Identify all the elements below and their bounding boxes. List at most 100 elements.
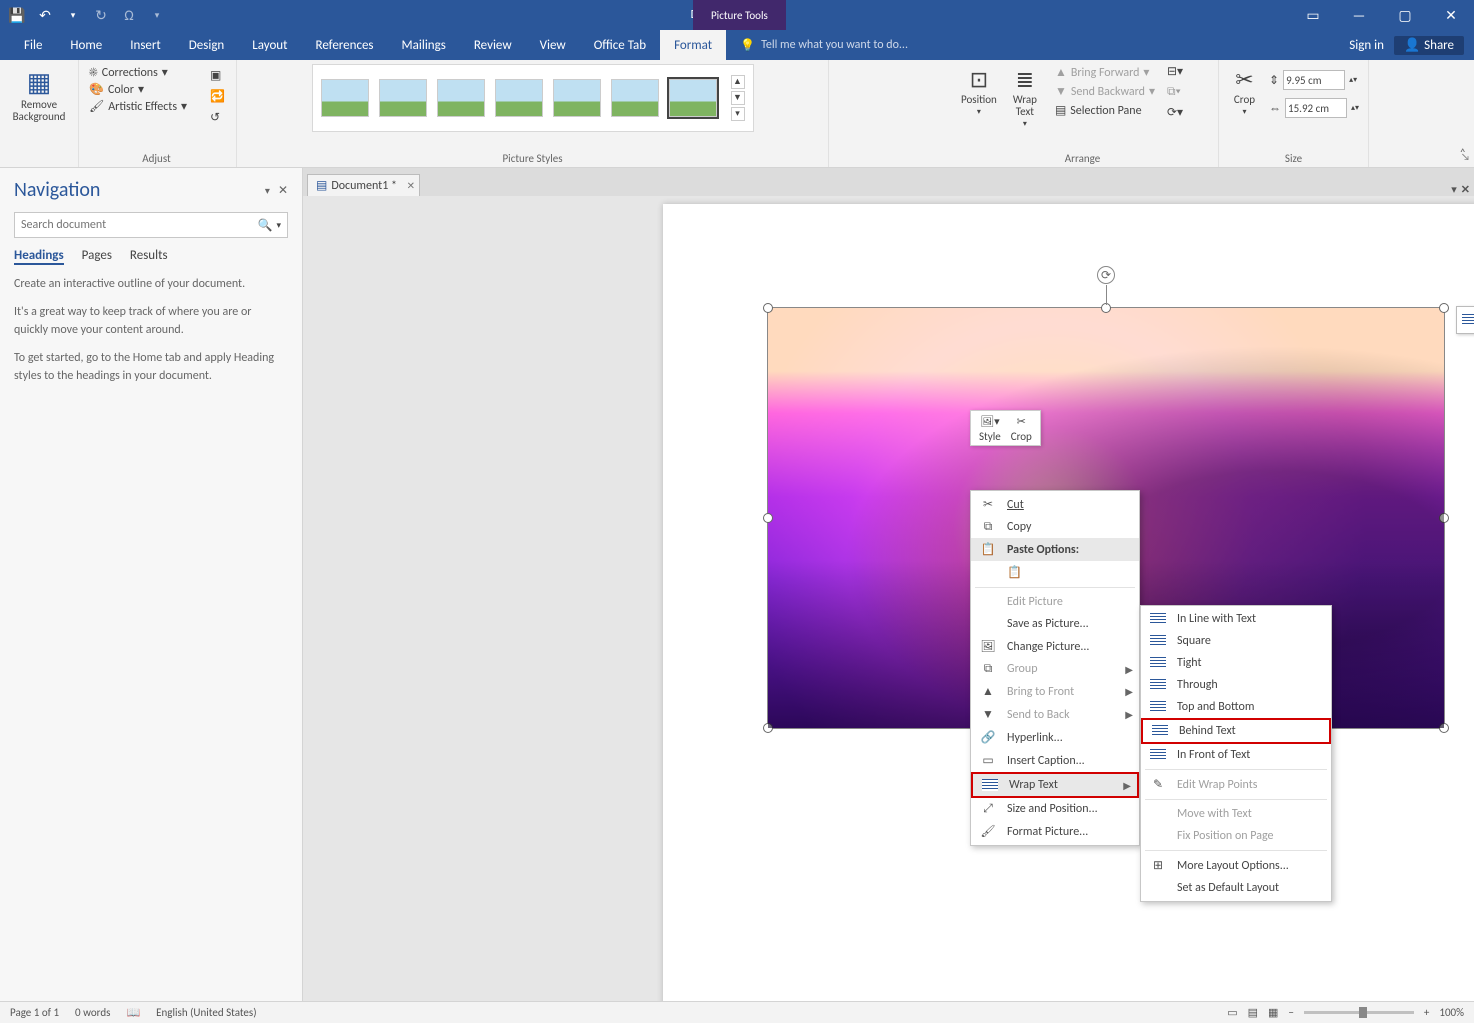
- zoom-level[interactable]: 100%: [1439, 1006, 1464, 1019]
- selection-pane-button[interactable]: ▤Selection Pane: [1051, 102, 1159, 119]
- status-page[interactable]: Page 1 of 1: [10, 1006, 59, 1019]
- zoom-out-icon[interactable]: −: [1288, 1006, 1293, 1019]
- status-words[interactable]: 0 words: [75, 1006, 110, 1019]
- remove-background-button[interactable]: ▦ Remove Background: [7, 64, 72, 127]
- reset-icon[interactable]: ↺: [210, 110, 225, 125]
- ctx-format-picture[interactable]: 🖌Format Picture...: [971, 820, 1139, 843]
- style-thumb[interactable]: [321, 79, 369, 117]
- crop-button[interactable]: ✂Crop▾: [1228, 64, 1261, 121]
- ctx-wrap-text[interactable]: Wrap Text▶: [971, 772, 1139, 798]
- tab-mailings[interactable]: Mailings: [388, 30, 460, 60]
- zoom-slider[interactable]: [1304, 1011, 1414, 1014]
- undo-icon[interactable]: ↶: [36, 6, 54, 24]
- tab-file[interactable]: File: [10, 30, 56, 60]
- collapse-ribbon-icon[interactable]: ˄: [1460, 147, 1466, 161]
- wrap-inline[interactable]: In Line with Text: [1141, 608, 1331, 630]
- omega-icon[interactable]: Ω: [120, 6, 138, 24]
- align-icon[interactable]: ⊟▾: [1167, 64, 1183, 79]
- nav-dropdown-icon[interactable]: ▾: [265, 184, 270, 197]
- tabs-close-icon[interactable]: ✕: [1461, 183, 1470, 196]
- status-language[interactable]: English (United States): [156, 1006, 256, 1019]
- tab-review[interactable]: Review: [460, 30, 526, 60]
- ctx-save-as-picture[interactable]: Save as Picture...: [971, 613, 1139, 635]
- wrap-text-button[interactable]: ≣Wrap Text▾: [1007, 64, 1043, 133]
- tab-insert[interactable]: Insert: [116, 30, 175, 60]
- read-mode-icon[interactable]: ▭: [1227, 1006, 1237, 1019]
- ctx-change-picture[interactable]: 🖼Change Picture...: [971, 635, 1139, 658]
- wrap-through[interactable]: Through: [1141, 674, 1331, 696]
- resize-handle[interactable]: [763, 723, 773, 733]
- change-icon[interactable]: 🔁: [210, 89, 225, 104]
- color-button[interactable]: 🎨Color ▾: [85, 81, 148, 98]
- rotate-handle[interactable]: ⟳: [1097, 266, 1115, 284]
- spell-icon[interactable]: 📖: [126, 1006, 140, 1019]
- picture-styles-gallery[interactable]: ▲ ▼ ▾: [312, 64, 754, 132]
- style-thumb-selected[interactable]: [669, 79, 717, 117]
- wrap-in-front-of-text[interactable]: In Front of Text: [1141, 744, 1331, 766]
- tab-design[interactable]: Design: [175, 30, 238, 60]
- search-icon[interactable]: 🔍: [258, 218, 273, 233]
- doc-tab-close-icon[interactable]: ✕: [407, 179, 415, 192]
- nav-tab-pages[interactable]: Pages: [82, 248, 112, 265]
- height-input[interactable]: 9.95 cm: [1283, 70, 1345, 90]
- wrap-top-bottom[interactable]: Top and Bottom: [1141, 696, 1331, 718]
- redo-icon[interactable]: ↻: [92, 6, 110, 24]
- style-thumb[interactable]: [379, 79, 427, 117]
- wrap-more-layout-options[interactable]: ⊞More Layout Options...: [1141, 854, 1331, 877]
- qat-more-icon[interactable]: ▾: [148, 6, 166, 24]
- document-tab[interactable]: ▤ Document1 * ✕: [307, 174, 420, 196]
- tabs-dropdown-icon[interactable]: ▾: [1451, 183, 1457, 196]
- style-thumb[interactable]: [611, 79, 659, 117]
- sign-in-link[interactable]: Sign in: [1349, 38, 1384, 53]
- minimize-icon[interactable]: —: [1336, 0, 1382, 30]
- undo-dropdown-icon[interactable]: ▾: [64, 6, 82, 24]
- group-icon[interactable]: ⧉▾: [1167, 85, 1183, 99]
- tab-format[interactable]: Format: [660, 30, 726, 60]
- wrap-square[interactable]: Square: [1141, 630, 1331, 652]
- save-icon[interactable]: 💾: [8, 6, 26, 24]
- web-layout-icon[interactable]: ▦: [1268, 1006, 1278, 1019]
- print-layout-icon[interactable]: ▤: [1248, 1006, 1258, 1019]
- resize-handle[interactable]: [1439, 303, 1449, 313]
- tab-office-tab[interactable]: Office Tab: [580, 30, 660, 60]
- layout-options-button[interactable]: [1456, 306, 1474, 334]
- rotate-ribbon-icon[interactable]: ⟳▾: [1167, 105, 1183, 120]
- artistic-effects-button[interactable]: 🖌Artistic Effects ▾: [85, 98, 191, 115]
- width-input[interactable]: 15.92 cm: [1285, 98, 1347, 118]
- position-button[interactable]: ⊡Position▾: [955, 64, 1003, 133]
- bring-forward-button[interactable]: ▲Bring Forward ▾: [1051, 64, 1159, 81]
- style-thumb[interactable]: [553, 79, 601, 117]
- ctx-copy[interactable]: ⧉Copy: [971, 516, 1139, 538]
- send-backward-button[interactable]: ▼Send Backward ▾: [1051, 83, 1159, 100]
- gallery-more-icon[interactable]: ▾: [731, 107, 745, 121]
- resize-handle[interactable]: [763, 513, 773, 523]
- tell-me[interactable]: 💡Tell me what you want to do...: [726, 30, 922, 60]
- wrap-behind-text[interactable]: Behind Text: [1141, 718, 1331, 744]
- nav-close-icon[interactable]: ✕: [278, 183, 288, 198]
- nav-tab-headings[interactable]: Headings: [14, 248, 64, 265]
- share-button[interactable]: 👤Share: [1394, 36, 1464, 55]
- mini-crop-button[interactable]: ✂Crop: [1011, 415, 1032, 443]
- tab-view[interactable]: View: [526, 30, 580, 60]
- zoom-in-icon[interactable]: +: [1424, 1006, 1429, 1019]
- resize-handle[interactable]: [763, 303, 773, 313]
- ctx-insert-caption[interactable]: ▭Insert Caption...: [971, 749, 1139, 772]
- gallery-up-icon[interactable]: ▲: [731, 75, 745, 89]
- resize-handle[interactable]: [1439, 513, 1449, 523]
- ctx-paste-keep[interactable]: 📋: [971, 561, 1139, 584]
- style-thumb[interactable]: [495, 79, 543, 117]
- nav-tab-results[interactable]: Results: [130, 248, 168, 265]
- style-thumb[interactable]: [437, 79, 485, 117]
- ctx-cut[interactable]: ✂Cut: [971, 493, 1139, 516]
- tab-layout[interactable]: Layout: [238, 30, 301, 60]
- ctx-hyperlink[interactable]: 🔗Hyperlink...: [971, 726, 1139, 749]
- mini-style-button[interactable]: 🖼▾Style: [979, 415, 1001, 443]
- search-dropdown-icon[interactable]: ▾: [276, 220, 281, 231]
- ctx-paste-options[interactable]: 📋Paste Options:: [971, 538, 1139, 561]
- resize-handle[interactable]: [1439, 723, 1449, 733]
- context-tab-picture-tools[interactable]: Picture Tools: [693, 0, 786, 30]
- close-icon[interactable]: ✕: [1428, 0, 1474, 30]
- wrap-set-default-layout[interactable]: Set as Default Layout: [1141, 877, 1331, 899]
- search-input[interactable]: [21, 218, 258, 232]
- gallery-down-icon[interactable]: ▼: [731, 91, 745, 105]
